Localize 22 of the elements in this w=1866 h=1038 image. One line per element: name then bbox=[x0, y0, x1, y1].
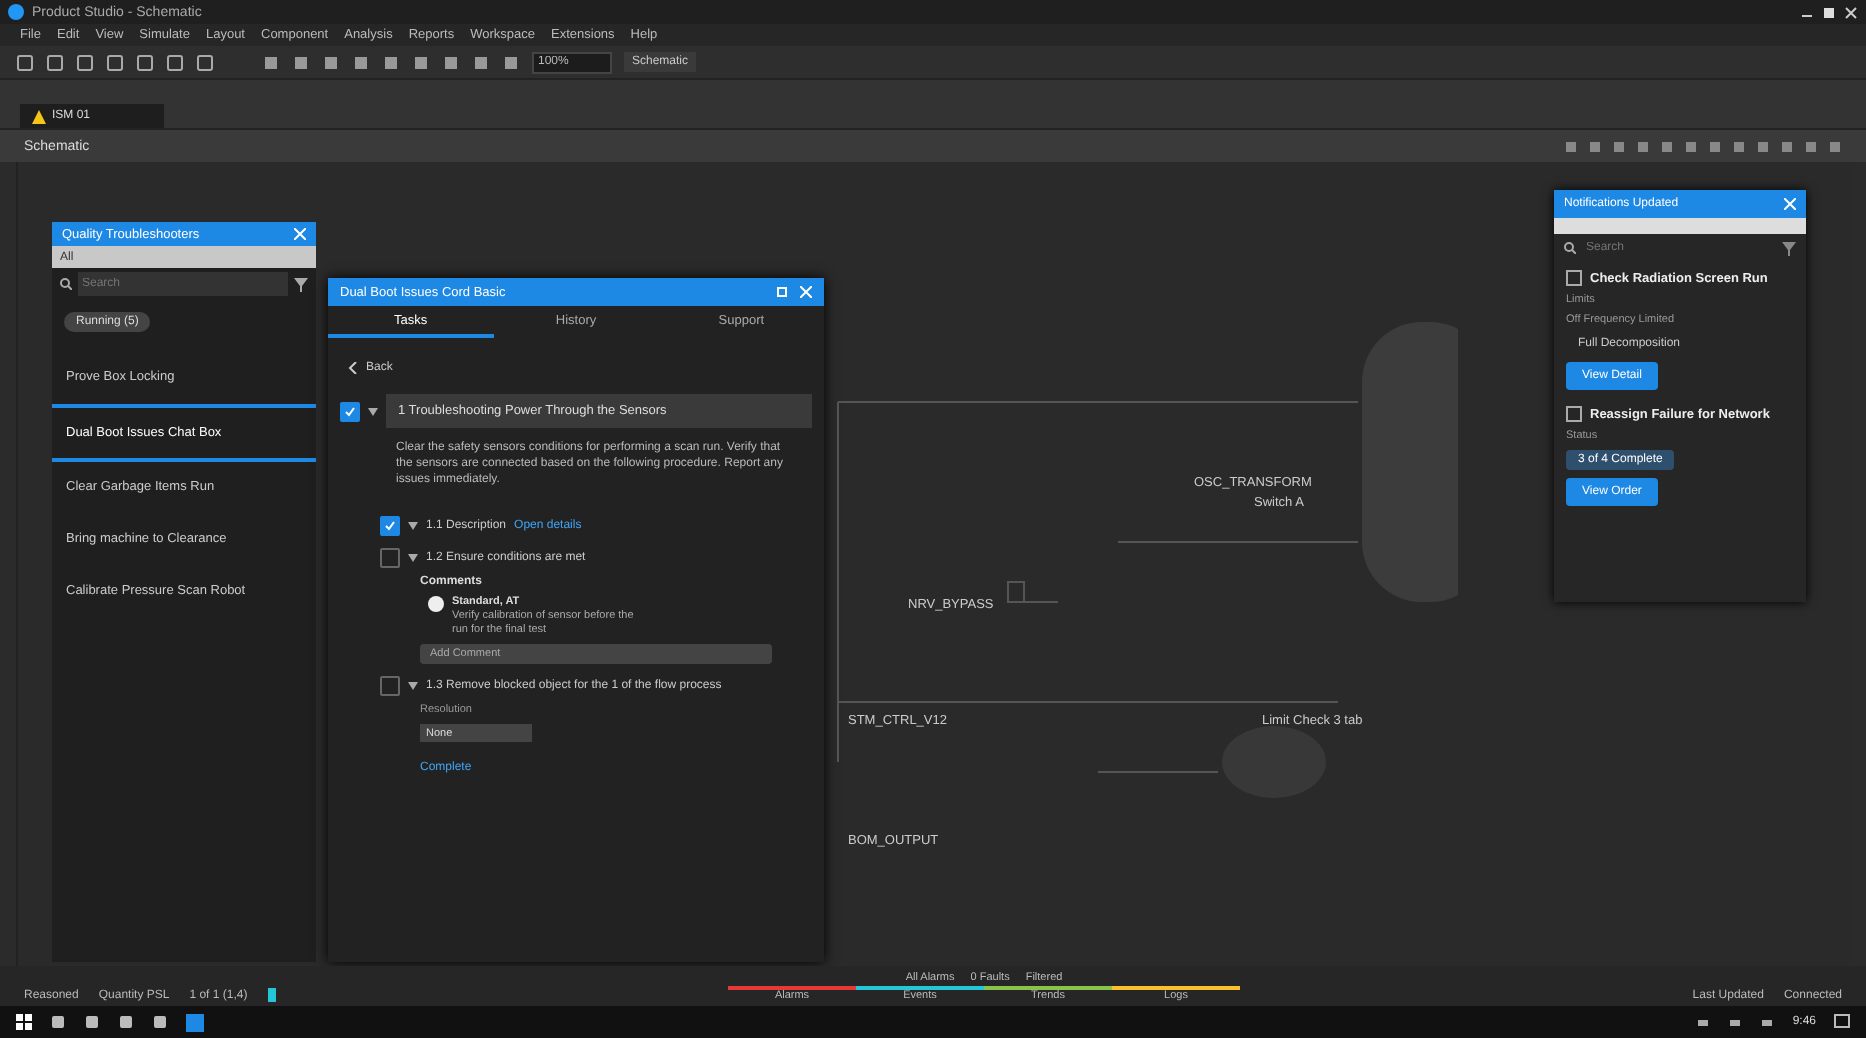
app-logo-icon bbox=[8, 4, 24, 20]
filter-icon[interactable] bbox=[294, 277, 308, 291]
notification-icon[interactable] bbox=[1834, 1014, 1850, 1030]
document-icon bbox=[1566, 270, 1582, 286]
start-icon[interactable] bbox=[16, 1014, 32, 1030]
chevron-left-icon bbox=[348, 362, 358, 374]
user-avatar-icon bbox=[428, 596, 444, 613]
caret-down-icon[interactable] bbox=[408, 554, 418, 563]
close-icon[interactable] bbox=[1844, 5, 1858, 19]
checkbox[interactable] bbox=[380, 676, 400, 697]
caret-down-icon[interactable] bbox=[408, 522, 418, 531]
maximize-icon[interactable] bbox=[1822, 5, 1836, 19]
app-icon[interactable] bbox=[186, 1013, 204, 1031]
caret-down-icon[interactable] bbox=[408, 682, 418, 691]
document-icon bbox=[1566, 406, 1582, 422]
status-indicator-icon bbox=[267, 988, 276, 1002]
checkbox[interactable] bbox=[340, 401, 360, 421]
warning-icon bbox=[32, 109, 46, 123]
caret-down-icon[interactable] bbox=[368, 407, 378, 415]
filter-icon[interactable] bbox=[1782, 241, 1796, 255]
checkbox[interactable] bbox=[380, 548, 400, 569]
checkbox[interactable] bbox=[380, 516, 400, 537]
